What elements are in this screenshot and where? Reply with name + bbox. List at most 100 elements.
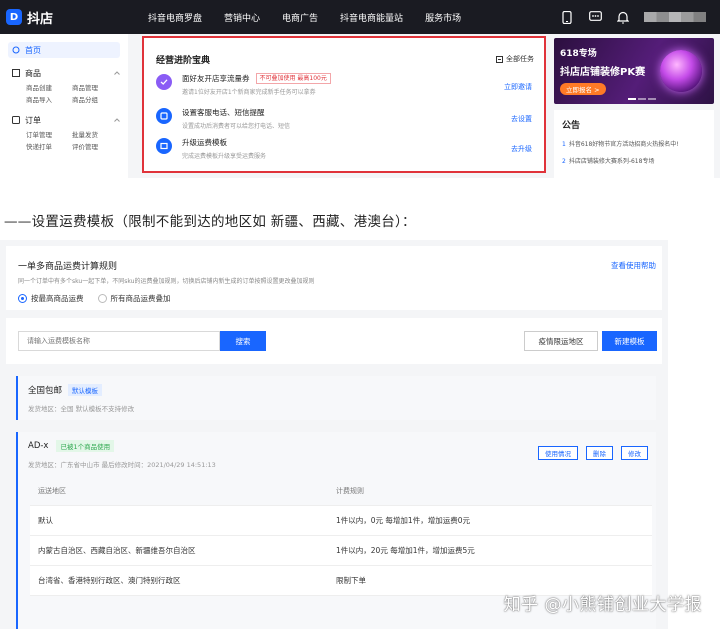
all-tasks-link[interactable]: 全部任务	[496, 54, 534, 64]
template-name: AD-x	[28, 441, 49, 451]
radio-label: 按最高商品运费	[31, 294, 84, 303]
task-title: 面好友开店享流量券	[182, 74, 250, 83]
task-title: 设置客服电话、短信提醒	[182, 108, 265, 117]
invite-now-link[interactable]: 立即邀请	[504, 82, 532, 92]
task-desc: 完成运费模板升级享受运费服务	[182, 153, 267, 160]
template-meta: 发货地区：广东省中山市 最后修改时间：2021/04/29 14:51:13	[28, 461, 216, 469]
delete-button[interactable]: 删除	[586, 446, 613, 460]
announcement-text: 抖店店铺装修大赛系列-618专场	[568, 158, 655, 165]
new-template-button[interactable]: 新建模板	[602, 331, 657, 351]
table-row: 默认 1件以内，0元 每增加1件，增加运费0元	[30, 506, 652, 536]
article-caption: ——设置运费模板（限制不能到达的地区如 新疆、西藏、港澳台）：	[4, 214, 416, 230]
calc-rule-card: 一单多商品运费计算规则 查看使用帮助 同一个订单中有多个sku一起下单，不同sk…	[6, 246, 662, 310]
sidebar-item-create-product[interactable]: 商品创建	[26, 82, 72, 94]
announcement-item[interactable]: 1 抖音618好物节官方活动招商火热报名中!	[562, 139, 706, 148]
cell-region: 默认	[38, 516, 53, 525]
edit-button[interactable]: 修改	[621, 446, 648, 460]
help-link[interactable]: 查看使用帮助	[611, 260, 656, 271]
service-icon	[156, 108, 172, 124]
bell-icon[interactable]	[614, 8, 632, 26]
sidebar-item-import-product[interactable]: 商品导入	[26, 94, 72, 106]
column-header-rule: 计费规则	[336, 486, 364, 495]
all-tasks-label: 全部任务	[506, 55, 534, 63]
sidebar: 首页 商品 商品创建 商品管理 商品导入 商品分组 订单 订单管理 批量发货 快…	[0, 34, 128, 178]
app-logo[interactable]: D 抖店	[6, 8, 126, 27]
task-title: 升级运费模板	[182, 138, 227, 147]
sidebar-item-product-groups[interactable]: 商品分组	[72, 94, 118, 106]
calc-rule-desc: 同一个订单中有多个sku一起下单，不同sku的运费叠加规则，切换后店铺内新生成的…	[18, 278, 315, 285]
zhihu-watermark: 知乎 @小熊铺创业大学报	[503, 595, 702, 615]
promo-orb-image	[660, 50, 702, 92]
freight-template-screenshot: 一单多商品运费计算规则 查看使用帮助 同一个订单中有多个sku一起下单，不同sk…	[0, 240, 668, 629]
announcement-title: 公告	[562, 121, 581, 131]
cell-region: 内蒙古自治区、西藏自治区、新疆维吾尔自治区	[38, 546, 196, 555]
nav-service-market[interactable]: 服务市场	[425, 11, 461, 24]
sidebar-group-label: 订单	[25, 115, 41, 125]
sidebar-item-reviews[interactable]: 评价管理	[72, 141, 118, 153]
table-header: 运送地区 计费规则	[30, 476, 652, 506]
phone-icon[interactable]	[558, 8, 576, 26]
sidebar-item-bulk-ship[interactable]: 批量发货	[72, 129, 118, 141]
announcement-text: 抖音618好物节官方活动招商火热报名中!	[568, 141, 679, 148]
nav-compass[interactable]: 抖音电商罗盘	[148, 11, 202, 24]
search-button[interactable]: 搜索	[220, 331, 266, 351]
promo-line1: 618专场	[560, 49, 597, 59]
sidebar-item-home[interactable]: 首页	[8, 42, 120, 58]
cell-region: 台湾省、香港特别行政区、澳门特别行政区	[38, 576, 181, 585]
sidebar-group-products-header[interactable]: 商品	[8, 66, 120, 80]
cell-rule: 1件以内，0元 每增加1件，增加运费0元	[336, 516, 470, 525]
task-desc: 邀请1位好友开店1个新商家完成新手任务可以拿券	[182, 89, 316, 96]
sidebar-group-orders-header[interactable]: 订单	[8, 113, 120, 127]
sidebar-item-manage-product[interactable]: 商品管理	[72, 82, 118, 94]
promo-banner[interactable]: 618专场 抖店店铺装修PK赛 立即报名 >	[554, 38, 714, 104]
radio-label: 所有商品运费叠加	[110, 294, 171, 303]
restricted-area-button[interactable]: 疫情限运地区	[524, 331, 598, 351]
message-icon[interactable]	[586, 8, 604, 26]
go-setup-link[interactable]: 去设置	[511, 114, 532, 124]
promo-cta-button[interactable]: 立即报名 >	[560, 83, 606, 95]
order-icon	[12, 116, 20, 124]
nav-energy-station[interactable]: 抖音电商能量站	[340, 11, 403, 24]
promo-line2: 抖店店铺装修PK赛	[560, 67, 646, 78]
task-badge: 不可叠加使用 最高100元	[255, 73, 331, 84]
task-desc: 设置成功后消费者可以给您打电话、短信	[182, 123, 291, 130]
sidebar-group-orders: 订单 订单管理 批量发货 快递打单 评价管理	[8, 113, 120, 153]
nav-marketing[interactable]: 营销中心	[224, 11, 260, 24]
usage-button[interactable]: 使用情况	[538, 446, 578, 460]
sidebar-item-print-label[interactable]: 快递打单	[26, 141, 72, 153]
template-name: 全国包邮	[28, 386, 63, 396]
usage-count-tag: 已被1个商品使用	[56, 440, 115, 452]
sidebar-home-label: 首页	[25, 45, 41, 55]
task-customer-service: 设置客服电话、短信提醒 设置成功后消费者可以给您打电话、短信	[156, 107, 290, 130]
task-upgrade-freight: 升级运费模板 完成运费模板升级享受运费服务	[156, 137, 266, 160]
coupon-icon	[156, 74, 172, 90]
template-search-input[interactable]	[18, 331, 220, 351]
panel-title: 经营进阶宝典	[156, 56, 211, 66]
top-nav: D 抖店 抖音电商罗盘 营销中心 电商广告 抖音电商能量站 服务市场	[0, 0, 720, 34]
announcement-panel: 公告 1 抖音618好物节官方活动招商火热报名中! 2 抖店店铺装修大赛系列-618…	[554, 110, 714, 178]
announcement-item[interactable]: 2 抖店店铺装修大赛系列-618专场	[562, 156, 706, 165]
go-upgrade-link[interactable]: 去升级	[511, 144, 532, 154]
chevron-up-icon	[114, 118, 120, 122]
carousel-dots[interactable]	[628, 98, 658, 100]
column-header-region: 运送地区	[38, 486, 66, 495]
sidebar-group-products: 商品 商品创建 商品管理 商品导入 商品分组	[8, 66, 120, 106]
logo-icon: D	[6, 9, 22, 25]
product-icon	[12, 69, 20, 77]
calc-rule-title: 一单多商品运费计算规则	[18, 262, 118, 272]
chevron-up-icon	[114, 71, 120, 75]
cell-rule: 1件以内，20元 每增加1件，增加运费5元	[336, 546, 475, 555]
user-name-redacted[interactable]	[644, 12, 706, 22]
sidebar-group-label: 商品	[25, 68, 41, 78]
freight-rule-table: 运送地区 计费规则 默认 1件以内，0元 每增加1件，增加运费0元 内蒙古自治区…	[30, 476, 652, 596]
home-icon	[12, 46, 20, 54]
table-row: 内蒙古自治区、西藏自治区、新疆维吾尔自治区 1件以内，20元 每增加1件，增加运…	[30, 536, 652, 566]
list-icon	[496, 55, 503, 63]
nav-ads[interactable]: 电商广告	[282, 11, 318, 24]
cell-rule: 限制下单	[336, 576, 366, 585]
radio-highest-freight[interactable]	[18, 294, 27, 303]
sidebar-item-order-manage[interactable]: 订单管理	[26, 129, 72, 141]
radio-sum-freight[interactable]	[97, 294, 107, 303]
app-name: 抖店	[27, 11, 54, 27]
default-template-tag: 默认模板	[68, 384, 103, 396]
